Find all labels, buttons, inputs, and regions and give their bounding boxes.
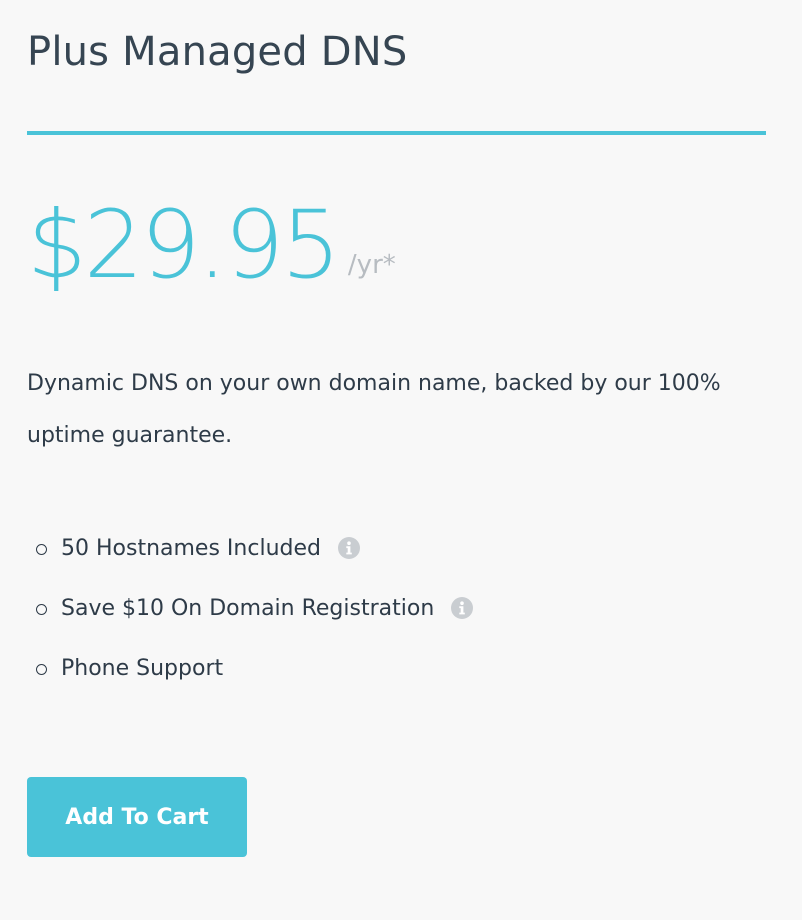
plan-description: Dynamic DNS on your own domain name, bac… bbox=[27, 371, 721, 448]
feature-item-phone-support: Phone Support bbox=[27, 638, 473, 698]
feature-label: Phone Support bbox=[61, 655, 224, 681]
bullet-icon bbox=[36, 543, 47, 555]
feature-item-hostnames: 50 Hostnames Included bbox=[27, 518, 473, 578]
add-to-cart-button[interactable]: Add To Cart bbox=[27, 777, 247, 857]
plan-title: Plus Managed DNS bbox=[27, 29, 408, 75]
plan-price: $29.95 bbox=[27, 191, 341, 300]
feature-label: 50 Hostnames Included bbox=[61, 535, 321, 561]
feature-list: 50 Hostnames Included Save $10 On Domain… bbox=[27, 518, 474, 698]
feature-item-domain-registration: Save $10 On Domain Registration bbox=[27, 578, 474, 638]
bullet-icon bbox=[36, 663, 47, 675]
price-period: /yr* bbox=[347, 250, 396, 280]
feature-label: Save $10 On Domain Registration bbox=[61, 595, 435, 621]
info-icon[interactable] bbox=[451, 597, 474, 619]
title-divider bbox=[27, 131, 766, 135]
price-row: $29.95/yr* bbox=[27, 186, 396, 306]
info-icon[interactable] bbox=[337, 537, 360, 559]
bullet-icon bbox=[36, 603, 47, 615]
